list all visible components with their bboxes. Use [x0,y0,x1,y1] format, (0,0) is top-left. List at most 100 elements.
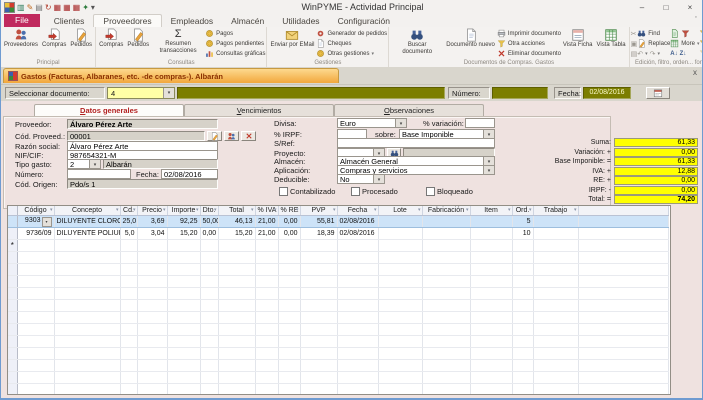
paste-button[interactable]: ▤ [631,49,638,58]
ribbon-collapse-icon[interactable]: ◦ [695,14,697,21]
tab-observaciones[interactable]: Observaciones [334,104,484,116]
pagos-button[interactable]: Pagos [205,29,265,38]
consultas-pedidos-button[interactable]: Pedidos [125,27,151,49]
generador-pedidos-button[interactable]: Generador de pedidos [316,29,387,38]
clear-supplier-button[interactable] [241,131,256,141]
col-trabajo[interactable]: Trabajo [533,206,578,216]
cheques-button[interactable]: Cheques [316,39,387,48]
variacion-field[interactable] [465,118,495,128]
database-icon[interactable]: ▦ [54,3,62,12]
advanced-button[interactable]: Advanced ▾ [699,39,702,48]
col-re[interactable]: % RE [278,206,300,216]
col-dto[interactable]: Dto. [200,206,218,216]
sort-descending-icon[interactable]: Z↓ [680,51,687,57]
cut-button[interactable]: ✂ [631,29,638,38]
pedidos-button[interactable]: Pedidos [68,27,94,49]
imprimir-documento-button[interactable]: Imprimir documento [497,29,561,38]
cell-combo-icon[interactable]: ▾ [42,217,52,227]
database-icon[interactable]: ▦ [73,3,81,12]
maximize-button[interactable]: □ [654,1,678,14]
deducible-combo[interactable]: No ▾ [337,174,385,184]
documento-nuevo-button[interactable]: Documento nuevo [444,27,497,49]
redo-icon[interactable]: ↷ [650,50,656,58]
filter-by-form-icon[interactable] [670,29,679,38]
otras-gestiones-button[interactable]: Otras gestiones ▾ [316,49,387,58]
tab-datos-generales[interactable]: Datos generales [34,104,184,116]
tab-proveedores[interactable]: Proveedores [93,14,161,27]
find-button[interactable]: Find [637,29,670,38]
sref-field[interactable] [337,138,495,148]
undo-icon[interactable]: ↶ [637,50,643,58]
copy-button[interactable]: ▣ [631,39,638,48]
col-item[interactable]: Item [470,206,512,216]
new-doc-icon[interactable]: ▤ [35,3,43,12]
col-iva[interactable]: % IVA [255,206,278,216]
col-fecha[interactable]: Fecha [337,206,378,216]
pagos-pendientes-button[interactable]: Pagos pendientes [205,39,265,48]
redo-dropdown-icon[interactable]: ▾ [658,51,661,57]
tab-empleados[interactable]: Empleados [162,15,223,27]
supplier-card-button[interactable] [224,131,239,141]
more-button[interactable]: More ▾ [670,39,699,48]
fecha-field[interactable]: 02/08/2016 [583,87,631,99]
combo-dropdown-icon[interactable]: ▾ [163,88,174,98]
col-total[interactable]: Total [218,206,255,216]
close-button[interactable]: × [678,1,702,14]
grid-row-1[interactable]: ▾9303 DILUYENTE CLOROCAU 25,0 3,69 92,25… [8,216,668,228]
filter-red-icon[interactable] [681,29,690,38]
edit-supplier-button[interactable] [207,131,222,141]
col-pvp[interactable]: PVP [300,206,337,216]
numero-doc-field[interactable] [67,169,131,179]
selection-button[interactable]: Selection ▾ [699,29,702,38]
vista-tabla-button[interactable]: Vista Tabla [595,27,628,49]
line-items-grid[interactable]: Código Concepto Cd. Precio Importe Dto. … [7,205,671,395]
combo-dropdown-icon[interactable]: ▾ [483,166,494,174]
calendar-button[interactable] [646,87,670,99]
numero-field[interactable] [492,87,548,99]
grid-row-2[interactable]: 9736/09 DILUYENTE POLIURETA 5,0 3,04 15,… [8,228,668,240]
document-selector-combo[interactable]: 4 ▾ [107,87,175,99]
tab-clientes[interactable]: Clientes [45,15,94,27]
toggle-filter-button[interactable]: Toggle Filter [699,49,702,58]
chart-icon[interactable]: ▥ [17,3,25,12]
col-lote[interactable]: Lote [378,206,422,216]
combo-dropdown-icon[interactable]: ▾ [395,119,406,127]
grid-new-row[interactable]: * [8,240,668,252]
sort-ascending-icon[interactable]: A↓ [670,51,677,57]
consultas-graficas-button[interactable]: Consultas gráficas [205,49,265,58]
proveedores-button[interactable]: Proveedores [2,27,40,49]
combo-dropdown-icon[interactable]: ▾ [373,175,384,183]
cod-proveed-field[interactable]: 00001 [67,131,205,141]
consultas-compras-button[interactable]: Compras [97,27,125,49]
tipo-gasto-combo[interactable]: 2 ▾ [67,159,101,169]
compras-button[interactable]: Compras [40,27,68,49]
panel-header-tab[interactable]: Gastos (Facturas, Albaranes, etc. -de co… [3,68,339,83]
vista-ficha-button[interactable]: Vista Ficha [561,27,595,49]
tab-vencimientos[interactable]: Vencimientos [184,104,334,116]
procesado-checkbox[interactable] [351,187,360,196]
col-concepto[interactable]: Concepto [54,206,120,216]
replace-button[interactable]: Replace [637,39,670,48]
app-icon[interactable] [4,2,15,13]
tab-configuracion[interactable]: Configuración [329,15,399,27]
fecha-doc-field[interactable]: 02/08/2016 [161,169,218,179]
combo-dropdown-icon[interactable]: ▾ [483,130,494,138]
resumen-transacciones-button[interactable]: Σ Resumen transacciones [151,27,205,55]
enviar-email-button[interactable]: Enviar por EMail [268,27,316,49]
tools-icon[interactable]: ✦ [82,3,89,12]
pencil-icon[interactable]: ✎ [27,3,34,12]
tab-almacen[interactable]: Almacén [222,15,273,27]
panel-close-icon[interactable]: x [693,69,697,77]
undo-dropdown-icon[interactable]: ▾ [645,51,648,57]
proveedor-field[interactable]: Álvaro Pérez Arte [67,119,218,129]
minimize-button[interactable]: – [630,1,654,14]
otra-acciones-button[interactable]: Otra acciones [497,39,561,48]
contabilizado-checkbox[interactable] [279,187,288,196]
combo-dropdown-icon[interactable]: ▾ [89,160,100,168]
tab-utilidades[interactable]: Utilidades [273,15,328,27]
divisa-combo[interactable]: Euro ▾ [337,118,407,128]
combo-dropdown-icon[interactable]: ▾ [483,157,494,165]
col-ord[interactable]: Ord. [512,206,533,216]
col-codigo[interactable]: Código [17,206,54,216]
refresh-icon[interactable]: ↻ [45,3,52,12]
